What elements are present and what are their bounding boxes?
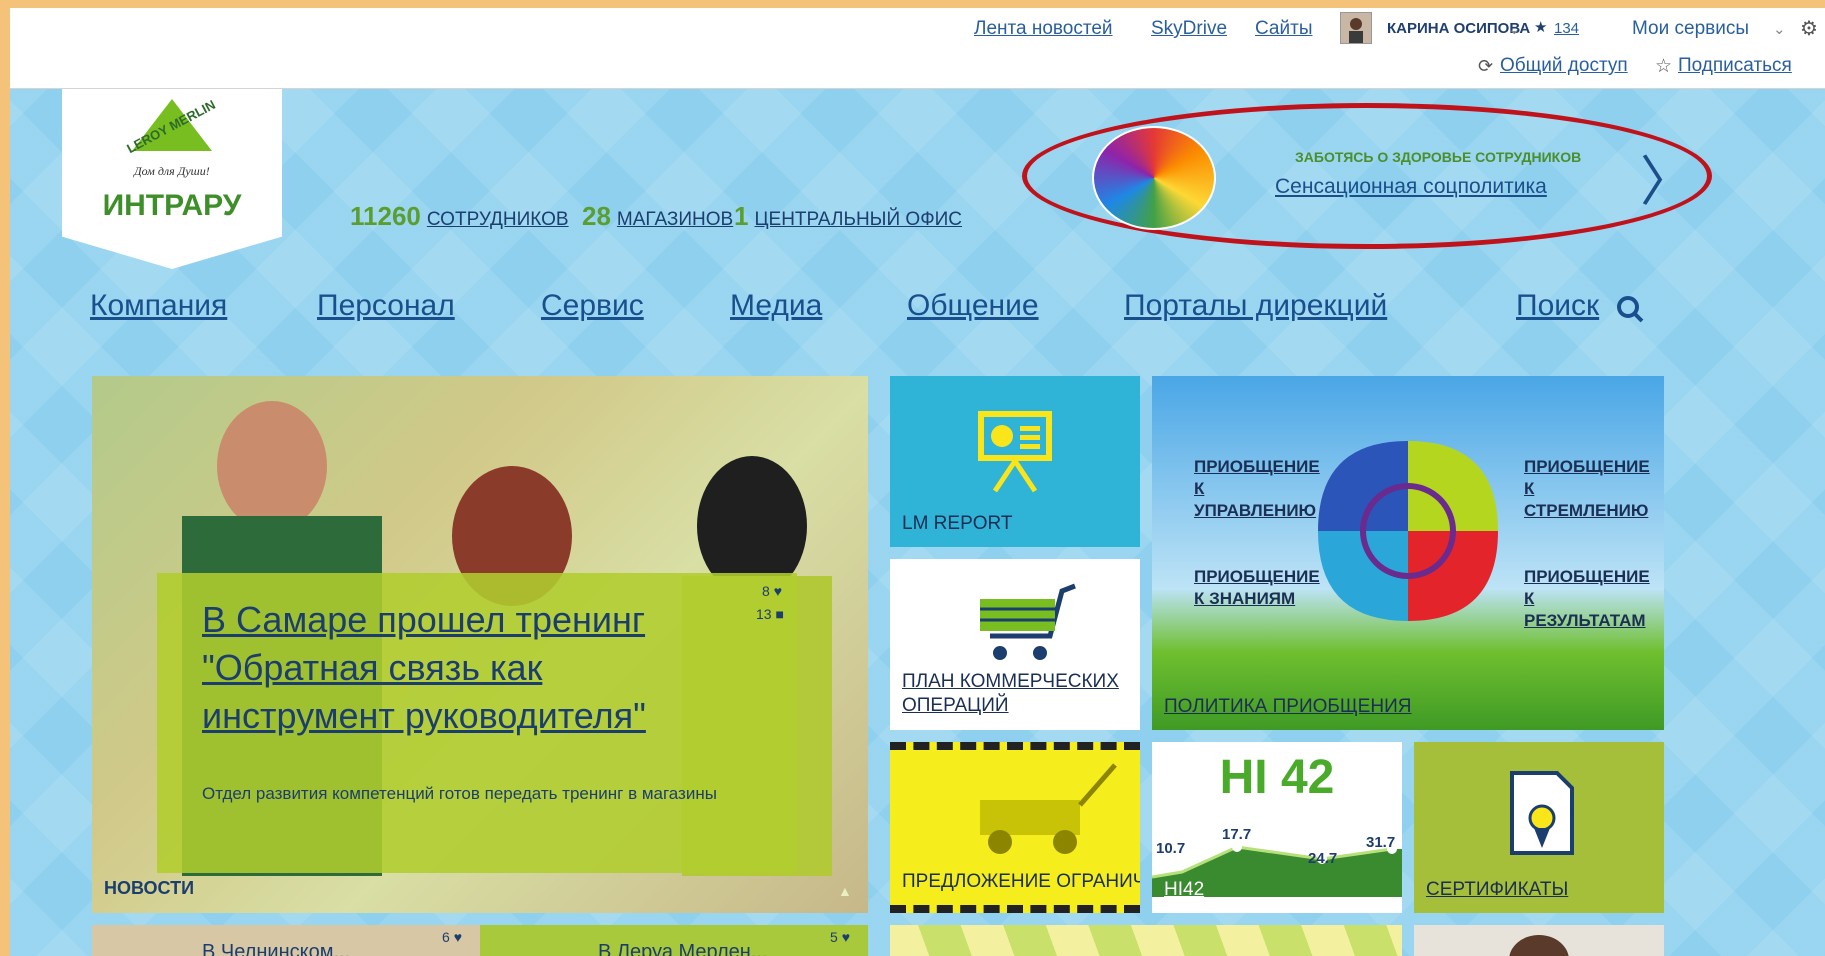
nav-directorates[interactable]: Порталы дирекций (1124, 289, 1387, 323)
bottom-news-1[interactable]: В Челнинском... 6 ♥ (92, 925, 480, 956)
news-description: Отдел развития компетенций готов передат… (202, 784, 717, 803)
promo-next-chevron-icon[interactable]: 〉 (1640, 155, 1694, 209)
news-comments: 13 ■ (756, 606, 784, 622)
tile-plan[interactable]: ПЛАН КОММЕРЧЕСКИХ ОПЕРАЦИЙ (890, 559, 1140, 730)
star-count[interactable]: 134 (1554, 20, 1579, 37)
leaf-knowledge[interactable]: ПРИОБЩЕНИЕ К ЗНАНИЯМ (1194, 566, 1320, 610)
certificate-icon (1510, 771, 1574, 855)
tile-offer[interactable]: ПРЕДЛОЖЕНИЕ ОГРАНИЧЕНО (890, 742, 1140, 913)
lawnmower-image (980, 763, 1117, 854)
promo-subtitle: ЗАБОТЯСЬ О ЗДОРОВЬЕ СОТРУДНИКОВ (1295, 149, 1582, 165)
bottom-tile-rays[interactable] (890, 925, 1402, 956)
stat-employees-label[interactable]: СОТРУДНИКОВ (427, 209, 569, 230)
news-likes-count: 8 (762, 583, 770, 599)
bottom-news-1-count: 6 (442, 929, 450, 945)
logo[interactable]: LEROY MERLIN Дом для Души! ИНТРАРУ (62, 89, 282, 269)
tile-lm-report[interactable]: LM REPORT (890, 376, 1140, 547)
stat-stores-num: 28 (582, 201, 611, 231)
hi42-value-1: 10.7 (1156, 840, 1186, 857)
portal-main: LEROY MERLIN Дом для Души! ИНТРАРУ 11260… (10, 89, 1825, 956)
bottom-news-2-likes: 5 ♥ (830, 929, 850, 945)
stat-stores-label[interactable]: МАГАЗИНОВ (617, 209, 733, 230)
search-icon[interactable] (1615, 294, 1645, 324)
leaf-results[interactable]: ПРИОБЩЕНИЕ К РЕЗУЛЬТАТАМ (1524, 566, 1650, 632)
tile-lm-report-label[interactable]: LM REPORT (902, 513, 1013, 535)
tile-offer-label[interactable]: ПРЕДЛОЖЕНИЕ ОГРАНИЧЕНО (902, 871, 1140, 893)
tile-certificates-label[interactable]: СЕРТИФИКАТЫ (1426, 879, 1568, 901)
comment-icon: ■ (775, 606, 784, 622)
services-chevron-icon[interactable]: ⌄ (1773, 20, 1786, 38)
user-menu-chevron-icon[interactable]: ⌄ (1508, 20, 1521, 38)
heart-icon: ♥ (841, 929, 850, 945)
presentation-icon (978, 411, 1052, 493)
share-icon: ⟳ (1478, 56, 1494, 76)
nav-media[interactable]: Медиа (730, 289, 822, 323)
hi42-value-4: 31.7 (1366, 834, 1396, 851)
tile-policy[interactable]: ПРИОБЩЕНИЕ К УПРАВЛЕНИЮ ПРИОБЩЕНИЕ К СТР… (1152, 376, 1664, 730)
subscribe-link[interactable]: Подписаться (1678, 55, 1792, 77)
tile-certificates[interactable]: СЕРТИФИКАТЫ (1414, 742, 1664, 913)
heart-icon: ♥ (773, 583, 782, 599)
nav-company[interactable]: Компания (90, 289, 227, 323)
newsfeed-link[interactable]: Лента новостей (974, 18, 1113, 40)
scroll-up-icon[interactable]: ▲ (838, 883, 852, 899)
stat-office-num: 1 (734, 201, 749, 231)
promo-title[interactable]: Сенсационная соцполитика (1275, 175, 1547, 199)
bottom-news-2[interactable]: В Леруа Мерлен... 5 ♥ (480, 925, 868, 956)
nav-personnel[interactable]: Персонал (317, 289, 455, 323)
subscribe-star-icon: ☆ (1655, 56, 1673, 77)
stat-office-label[interactable]: ЦЕНТРАЛЬНЫЙ ОФИС (754, 209, 962, 230)
news-comments-count: 13 (756, 606, 772, 622)
nav-service[interactable]: Сервис (541, 289, 644, 323)
top-bar: Лента новостей SkyDrive Сайты КАРИНА ОСИ… (10, 8, 1825, 89)
leaf-management[interactable]: ПРИОБЩЕНИЕ К УПРАВЛЕНИЮ (1194, 456, 1320, 522)
bottom-news-1-likes: 6 ♥ (442, 929, 462, 945)
bottom-tile-photo[interactable] (1414, 925, 1664, 956)
logo-name: ИНТРАРУ (102, 189, 242, 222)
my-services-menu[interactable]: Мои сервисы (1632, 18, 1749, 40)
tile-plan-label[interactable]: ПЛАН КОММЕРЧЕСКИХ ОПЕРАЦИЙ (902, 670, 1127, 718)
leaf-aspiration[interactable]: ПРИОБЩЕНИЕ К СТРЕМЛЕНИЮ (1524, 456, 1650, 522)
stat-stores[interactable]: 28 МАГАЗИНОВ (582, 201, 733, 232)
promo-thumbnail[interactable] (1092, 126, 1216, 230)
hi42-value-3: 24.7 (1308, 850, 1338, 867)
stat-employees-num: 11260 (350, 201, 421, 231)
bottom-news-1-title[interactable]: В Челнинском... (202, 941, 350, 956)
browser-frame: Лента новостей SkyDrive Сайты КАРИНА ОСИ… (10, 8, 1825, 956)
four-petal-logo (1318, 441, 1498, 621)
news-likes: 8 ♥ (762, 583, 782, 599)
nav-search[interactable]: Поиск (1516, 289, 1599, 323)
gear-icon[interactable]: ⚙ (1800, 16, 1818, 41)
logo-tagline: Дом для Души! (134, 164, 210, 178)
stat-office[interactable]: 1 ЦЕНТРАЛЬНЫЙ ОФИС (734, 201, 962, 232)
bottom-news-2-title[interactable]: В Леруа Мерлен... (598, 941, 767, 956)
tile-policy-label[interactable]: ПОЛИТИКА ПРИОБЩЕНИЯ (1164, 696, 1411, 718)
nav-communication[interactable]: Общение (907, 289, 1039, 323)
news-feature[interactable]: В Самаре прошел тренинг "Обратная связь … (92, 376, 868, 913)
news-title[interactable]: В Самаре прошел тренинг "Обратная связь … (202, 596, 702, 740)
heart-icon: ♥ (453, 929, 462, 945)
avatar[interactable] (1340, 12, 1372, 44)
tile-hi42[interactable]: HI 42 10.7 17.7 24.7 31.7 HI42 (1152, 742, 1402, 913)
bottom-news-2-count: 5 (830, 929, 838, 945)
stat-employees[interactable]: 11260 СОТРУДНИКОВ (350, 201, 569, 232)
news-section-label[interactable]: НОВОСТИ (104, 878, 194, 899)
hi42-value-2: 17.7 (1222, 826, 1252, 843)
tile-hi42-label[interactable]: HI42 (1164, 879, 1204, 901)
sites-link[interactable]: Сайты (1255, 18, 1312, 40)
bottom-photo-person (1509, 935, 1569, 956)
share-link[interactable]: Общий доступ (1500, 55, 1628, 77)
skydrive-link[interactable]: SkyDrive (1151, 18, 1227, 40)
hi42-title: HI 42 (1219, 751, 1335, 804)
shopping-cart-icon (980, 583, 1076, 660)
star-icon: ★ (1534, 19, 1548, 36)
